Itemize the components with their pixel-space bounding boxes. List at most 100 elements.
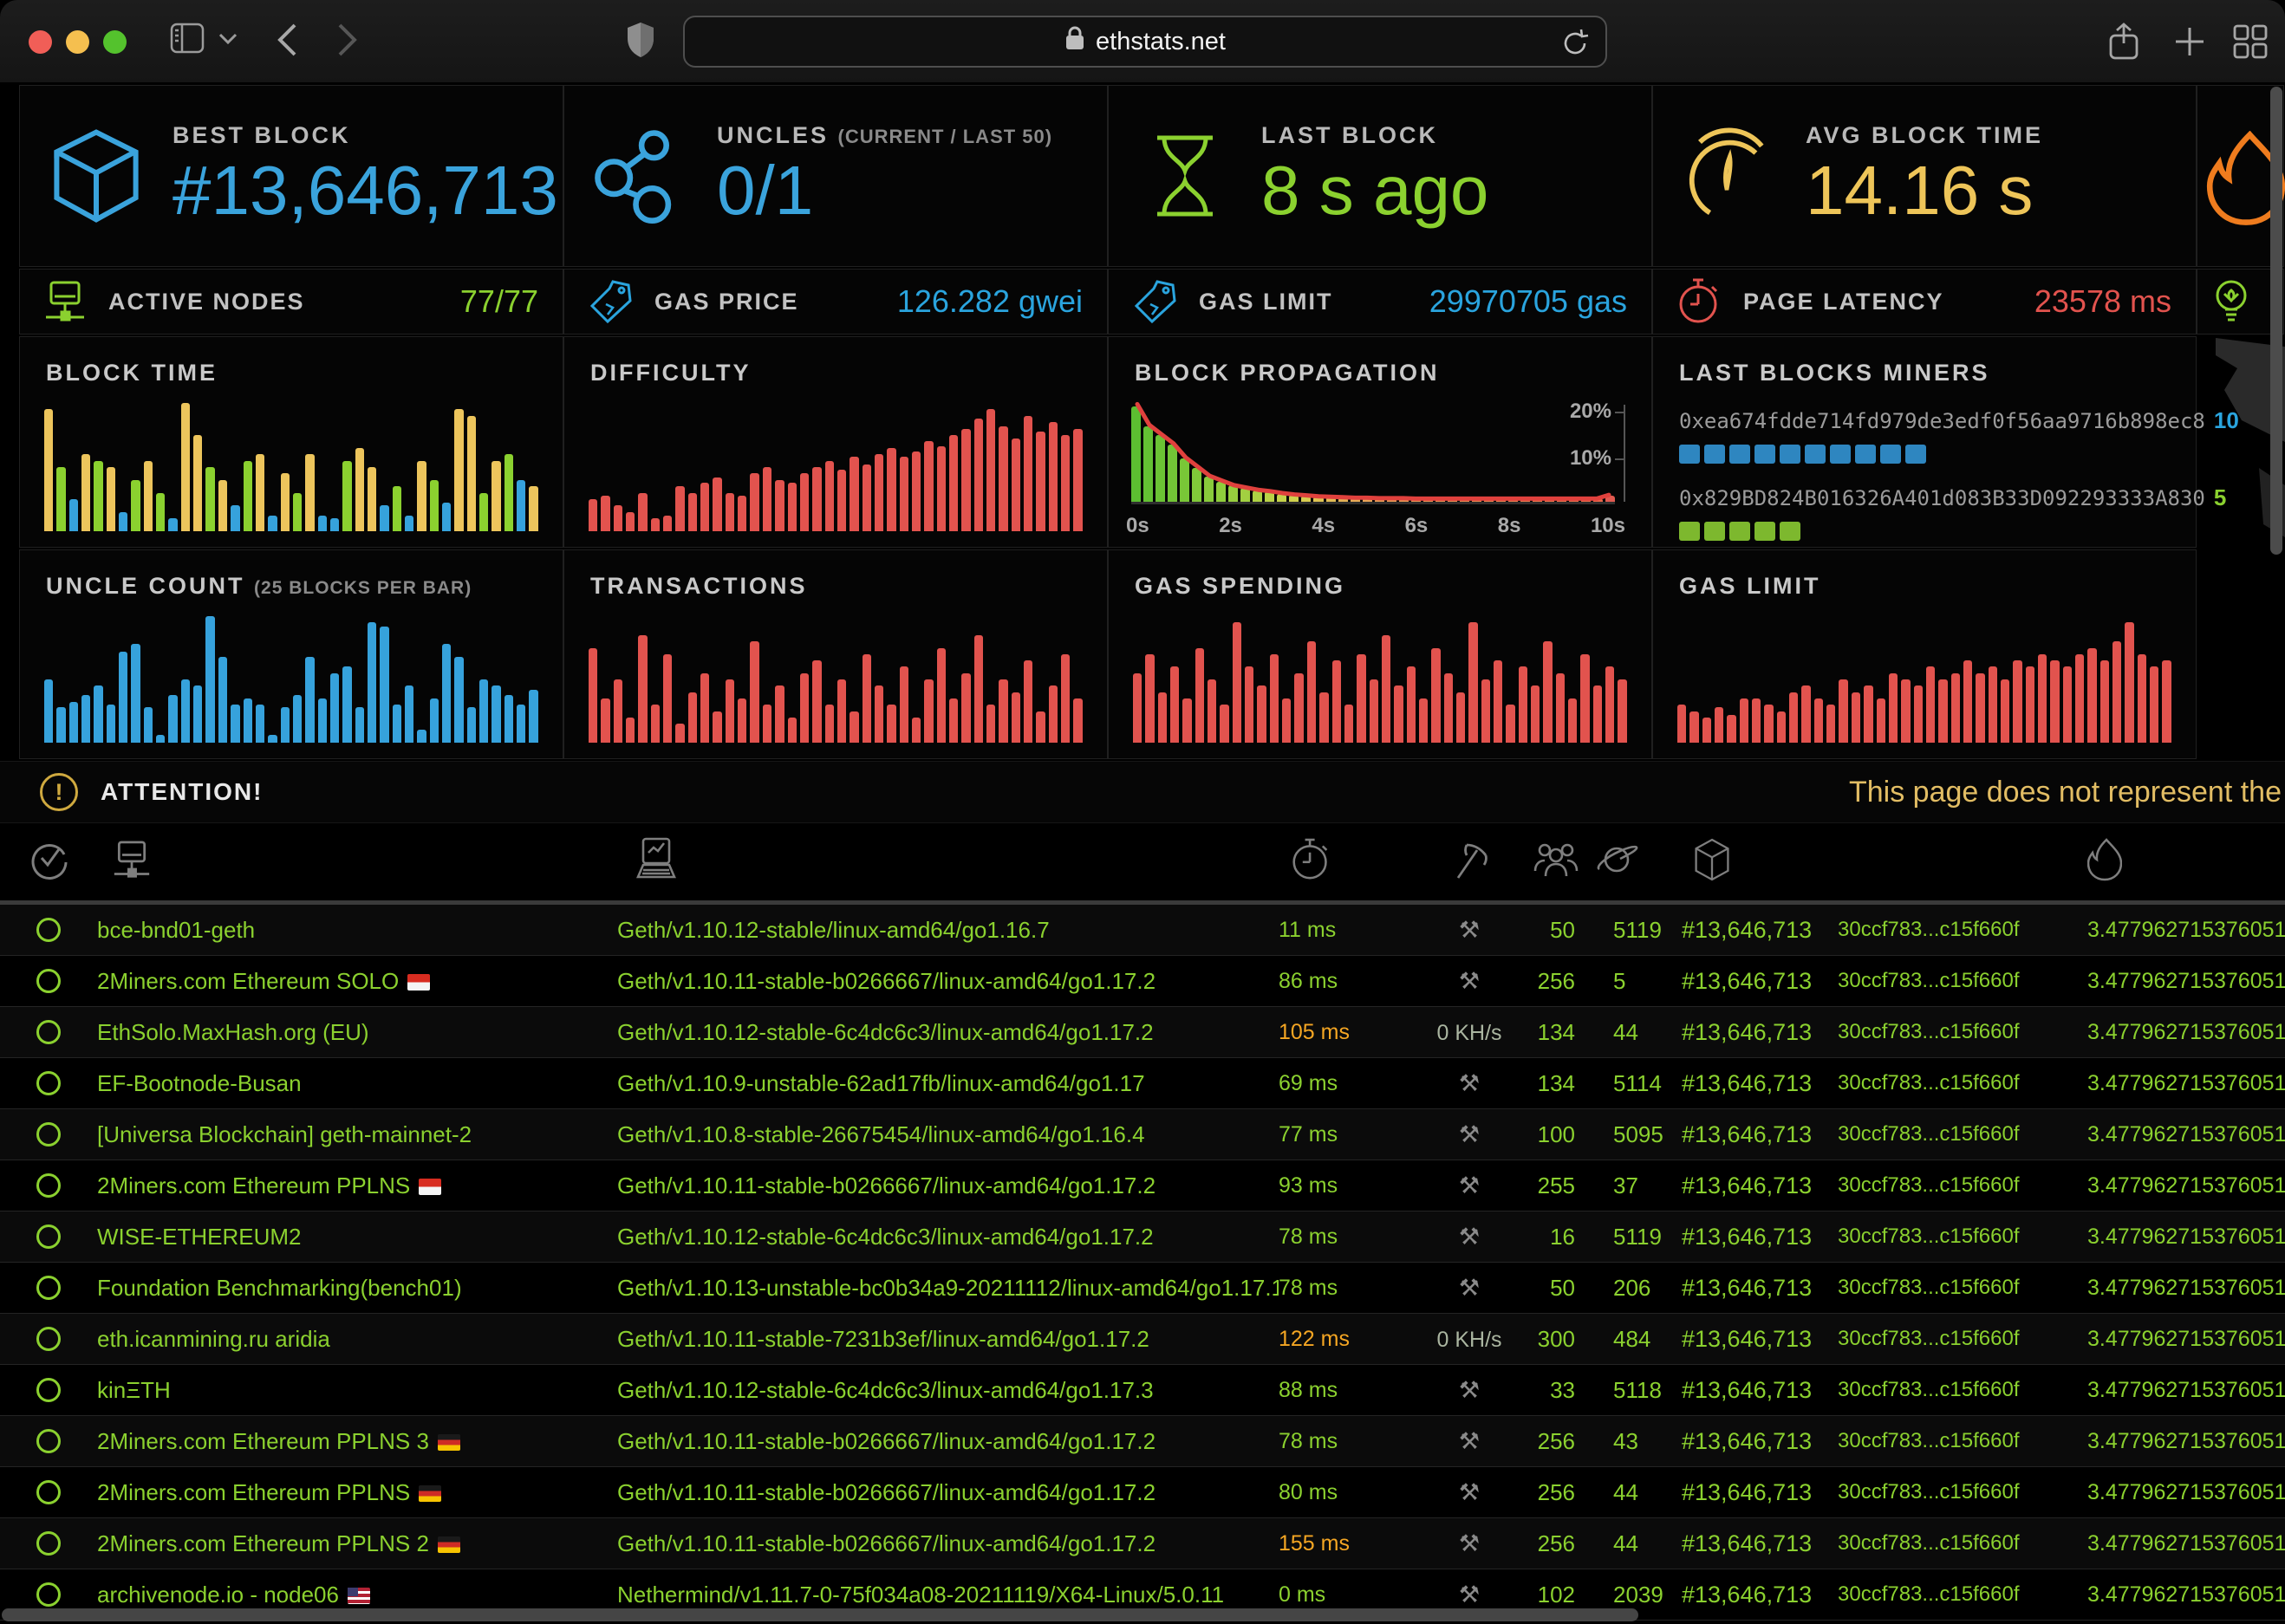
node-name[interactable]: 2Miners.com Ethereum SOLO bbox=[97, 968, 617, 995]
bar bbox=[505, 695, 513, 743]
bar bbox=[417, 461, 426, 531]
node-peers: 16 bbox=[1530, 1224, 1582, 1250]
new-tab-icon[interactable] bbox=[2174, 26, 2205, 57]
bar bbox=[850, 457, 858, 531]
bar bbox=[1061, 654, 1070, 743]
node-last-block: #13,646,713 bbox=[1682, 1275, 1838, 1302]
chevron-down-icon[interactable] bbox=[218, 33, 238, 45]
horizontal-scrollbar[interactable] bbox=[2, 1608, 1638, 1621]
stat-label: LAST BLOCK bbox=[1261, 122, 1488, 149]
limit-tag-icon bbox=[1133, 278, 1176, 325]
sidebar-toggle-icon[interactable] bbox=[170, 23, 205, 54]
bar bbox=[393, 705, 401, 743]
node-last-block: #13,646,713 bbox=[1682, 1582, 1838, 1608]
node-name[interactable]: eth.icanmining.ru aridia bbox=[97, 1326, 617, 1353]
bar bbox=[244, 461, 252, 531]
node-name[interactable]: 2Miners.com Ethereum PPLNS 2 bbox=[97, 1530, 617, 1557]
bar bbox=[492, 461, 500, 531]
shield-icon[interactable] bbox=[626, 21, 655, 59]
bar bbox=[1208, 679, 1216, 743]
difficulty-flame-icon[interactable] bbox=[2037, 838, 2285, 886]
node-name[interactable]: [Universa Blockchain] geth-mainnet-2 bbox=[97, 1121, 617, 1148]
bar bbox=[131, 480, 140, 531]
node-name[interactable]: WISE-ETHEREUM2 bbox=[97, 1224, 617, 1250]
node-name[interactable]: Foundation Benchmarking(bench01) bbox=[97, 1275, 617, 1302]
latency-stopwatch-icon[interactable] bbox=[1279, 838, 1409, 886]
bar bbox=[1519, 666, 1527, 743]
mining-pickaxe-icon[interactable] bbox=[1409, 838, 1530, 886]
node-last-block: #13,646,713 bbox=[1682, 917, 1838, 944]
bar bbox=[1468, 622, 1477, 743]
node-name[interactable]: EF-Bootnode-Busan bbox=[97, 1070, 617, 1097]
bar bbox=[1914, 685, 1923, 743]
bar bbox=[1307, 641, 1316, 743]
node-last-block: #13,646,713 bbox=[1682, 1377, 1838, 1404]
close-window-button[interactable] bbox=[29, 30, 52, 54]
avg-block-time-value: 14.16 s bbox=[1806, 151, 2043, 231]
node-pending: 5095 bbox=[1582, 1121, 1682, 1148]
attention-icon: ! bbox=[40, 773, 78, 811]
status-check-icon[interactable] bbox=[0, 839, 97, 885]
bar bbox=[1543, 641, 1552, 743]
node-client-version: Nethermind/v1.11.7-0-75f034a08-20211119/… bbox=[617, 1582, 1279, 1608]
node-total-difficulty: 3.477962715376051e+1 bbox=[2037, 1480, 2285, 1505]
attention-label: ATTENTION! bbox=[101, 778, 263, 806]
forward-button[interactable] bbox=[336, 23, 359, 57]
bar bbox=[812, 467, 821, 531]
share-icon[interactable] bbox=[2108, 23, 2139, 61]
node-name[interactable]: kinΞTH bbox=[97, 1377, 617, 1404]
node-pending: 484 bbox=[1582, 1326, 1682, 1353]
client-laptop-icon[interactable] bbox=[617, 837, 1279, 887]
bar bbox=[900, 457, 908, 531]
bar bbox=[1282, 698, 1291, 743]
y-tick bbox=[1615, 458, 1625, 460]
bar bbox=[999, 426, 1007, 531]
bar bbox=[44, 409, 53, 531]
bar bbox=[1220, 705, 1228, 743]
node-name[interactable]: 2Miners.com Ethereum PPLNS bbox=[97, 1173, 617, 1199]
node-name[interactable]: EthSolo.MaxHash.org (EU) bbox=[97, 1019, 617, 1046]
node-name[interactable]: 2Miners.com Ethereum PPLNS bbox=[97, 1479, 617, 1506]
reload-icon[interactable] bbox=[1560, 28, 1590, 66]
miner-address[interactable]: 0xea674fdde714fd979de3edf0f56aa9716b898e… bbox=[1679, 409, 2205, 433]
pending-saturn-icon[interactable] bbox=[1582, 840, 1682, 884]
bar bbox=[529, 690, 537, 743]
vertical-scrollbar[interactable] bbox=[2270, 87, 2282, 555]
bar bbox=[775, 685, 784, 743]
bar bbox=[467, 416, 476, 531]
node-monitor-icon[interactable] bbox=[97, 838, 617, 886]
tab-overview-icon[interactable] bbox=[2233, 24, 2268, 59]
miner-address[interactable]: 0x829BD824B016326A401d083B33D092293333A8… bbox=[1679, 486, 2205, 510]
bar bbox=[1852, 692, 1860, 743]
bar bbox=[1839, 679, 1847, 743]
node-name[interactable]: bce-bnd01-geth bbox=[97, 917, 617, 944]
node-block-hash: 30ccf783...c15f660f bbox=[1838, 1071, 2037, 1095]
node-total-difficulty: 3.477962715376051e+1 bbox=[2037, 1582, 2285, 1608]
bar bbox=[2001, 679, 2009, 743]
zoom-window-button[interactable] bbox=[103, 30, 127, 54]
node-latency: 77 ms bbox=[1279, 1122, 1409, 1147]
url-field[interactable]: ethstats.net bbox=[683, 16, 1607, 68]
node-status-icon bbox=[0, 1378, 97, 1402]
node-mining: ⚒ bbox=[1409, 917, 1530, 944]
bar bbox=[2013, 660, 2021, 743]
panel-title: LAST BLOCKS MINERS bbox=[1679, 360, 2196, 387]
node-pending: 37 bbox=[1582, 1173, 1682, 1199]
peers-people-icon[interactable] bbox=[1530, 841, 1582, 882]
node-name[interactable]: 2Miners.com Ethereum PPLNS 3 bbox=[97, 1428, 617, 1455]
node-latency: 88 ms bbox=[1279, 1378, 1409, 1403]
bar bbox=[601, 496, 609, 531]
bar bbox=[788, 483, 797, 531]
y-axis-line bbox=[1624, 405, 1625, 502]
node-last-block: #13,646,713 bbox=[1682, 1326, 1838, 1353]
node-name[interactable]: archivenode.io - node06 bbox=[97, 1582, 617, 1608]
node-status-icon bbox=[0, 1020, 97, 1044]
table-row: 2Miners.com Ethereum SOLOGeth/v1.10.11-s… bbox=[0, 956, 2285, 1007]
table-row: 2Miners.com Ethereum PPLNS 3Geth/v1.10.1… bbox=[0, 1416, 2285, 1467]
bar bbox=[675, 724, 684, 743]
minimize-window-button[interactable] bbox=[66, 30, 89, 54]
block-cube-icon[interactable] bbox=[1682, 837, 1838, 887]
bar bbox=[94, 685, 102, 743]
x-tick-labels: 0s2s4s6s8s10s bbox=[1126, 514, 1625, 538]
back-button[interactable] bbox=[276, 23, 298, 57]
